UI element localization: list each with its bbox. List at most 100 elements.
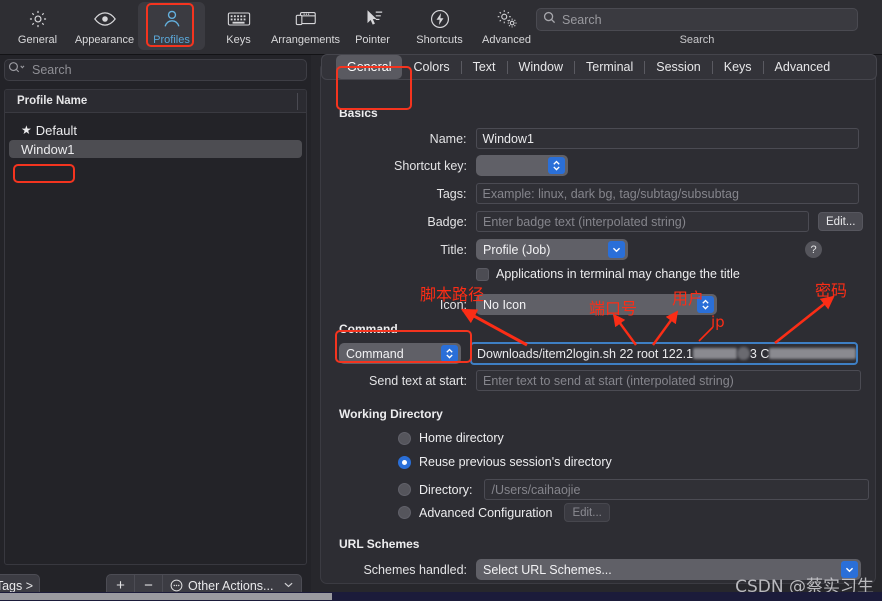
tags-label: Tags: bbox=[339, 187, 467, 201]
search-input[interactable]: Search bbox=[536, 8, 858, 31]
advanced-config-radio[interactable] bbox=[398, 506, 411, 519]
profile-search-placeholder: Search bbox=[32, 63, 72, 77]
other-actions-label: Other Actions... bbox=[188, 579, 273, 593]
checkbox-row-app-title[interactable]: Applications in terminal may change the … bbox=[339, 267, 740, 281]
annotation-label-user: 用户 bbox=[672, 285, 704, 309]
toolbar-tab-list: General Appearance Pro bbox=[4, 2, 540, 50]
search-placeholder: Search bbox=[562, 13, 602, 27]
toolbar-tab-profiles[interactable]: Profiles bbox=[138, 2, 205, 50]
radio-row-directory: Directory: /Users/caihaojie bbox=[339, 479, 869, 500]
badge-edit-button[interactable]: Edit... bbox=[818, 212, 863, 231]
icon-value: No Icon bbox=[483, 298, 526, 312]
tab-label: Advanced bbox=[775, 60, 831, 74]
app-change-title-checkbox[interactable] bbox=[476, 268, 489, 281]
title-dropdown[interactable]: Profile (Job) bbox=[476, 239, 628, 260]
command-input[interactable]: Downloads/item2login.sh 22 root 122.1 3 C bbox=[470, 342, 858, 365]
chevron-down-icon bbox=[608, 241, 625, 258]
command-value-middle: 3 C bbox=[750, 347, 769, 361]
toolbar-tab-general[interactable]: General bbox=[4, 2, 71, 50]
toolbar-tab-arrangements[interactable]: Arrangements bbox=[272, 2, 339, 50]
tab-session[interactable]: Session bbox=[645, 55, 711, 79]
toolbar-tab-label: Arrangements bbox=[271, 34, 340, 46]
tab-text[interactable]: Text bbox=[462, 55, 507, 79]
advanced-config-edit-button[interactable]: Edit... bbox=[564, 503, 609, 522]
radio-row-advanced-config: Advanced Configuration Edit... bbox=[339, 503, 610, 522]
toolbar-tab-keys[interactable]: Keys bbox=[205, 2, 272, 50]
toolbar-tab-label: Shortcuts bbox=[416, 34, 462, 46]
command-mode-dropdown[interactable]: Command bbox=[339, 343, 461, 364]
tab-keys[interactable]: Keys bbox=[713, 55, 763, 79]
toolbar-tab-label: Appearance bbox=[75, 34, 134, 46]
updown-chevron-icon bbox=[441, 345, 458, 362]
toolbar-tab-label: General bbox=[18, 34, 57, 46]
shortcut-key-label: Shortcut key: bbox=[339, 159, 467, 173]
tab-advanced[interactable]: Advanced bbox=[764, 55, 842, 79]
chevron-down-icon bbox=[284, 580, 293, 591]
eye-icon bbox=[93, 7, 117, 31]
horizontal-scrollbar[interactable] bbox=[0, 592, 882, 601]
field-row-badge: Badge: Enter badge text (interpolated st… bbox=[339, 211, 879, 232]
tab-general[interactable]: General bbox=[336, 55, 402, 79]
title-help-button[interactable]: ? bbox=[805, 241, 822, 258]
command-value-prefix: Downloads/item2login.sh 22 root 122.1 bbox=[477, 347, 693, 361]
schemes-handled-value: Select URL Schemes... bbox=[483, 563, 612, 577]
list-item[interactable]: ★ Default bbox=[9, 121, 302, 139]
scrollbar-thumb[interactable] bbox=[0, 593, 332, 600]
toolbar-tab-label: Profiles bbox=[153, 34, 190, 46]
tab-label: Terminal bbox=[586, 60, 633, 74]
annotation-label-password: 密码 bbox=[815, 277, 847, 301]
tab-window[interactable]: Window bbox=[508, 55, 574, 79]
send-text-label: Send text at start: bbox=[339, 374, 467, 388]
advanced-config-label: Advanced Configuration bbox=[419, 506, 552, 520]
profiles-table: Profile Name ★ Default Window1 bbox=[4, 89, 307, 565]
toolbar-tab-appearance[interactable]: Appearance bbox=[71, 2, 138, 50]
field-row-tags: Tags: Example: linux, dark bg, tag/subta… bbox=[339, 183, 859, 204]
cursor-icon bbox=[362, 7, 384, 31]
send-text-input[interactable]: Enter text to send at start (interpolate… bbox=[476, 370, 861, 391]
toolbar-tab-label: Advanced bbox=[482, 34, 531, 46]
column-divider[interactable] bbox=[297, 93, 298, 110]
app-change-title-label: Applications in terminal may change the … bbox=[496, 267, 740, 281]
search-caption: Search bbox=[536, 34, 858, 46]
section-title-basics: Basics bbox=[339, 106, 378, 120]
toolbar-tab-shortcuts[interactable]: Shortcuts bbox=[406, 2, 473, 50]
field-row-name: Name: Window1 bbox=[339, 128, 859, 149]
tab-label: Colors bbox=[413, 60, 449, 74]
field-row-command: Command Downloads/item2login.sh 22 root … bbox=[339, 342, 869, 365]
tab-terminal[interactable]: Terminal bbox=[575, 55, 644, 79]
redacted-ip-dot bbox=[737, 347, 750, 360]
badge-input[interactable]: Enter badge text (interpolated string) bbox=[476, 211, 809, 232]
profile-name-label: Default bbox=[36, 123, 77, 138]
search-scope-icon[interactable] bbox=[8, 61, 28, 79]
tags-input[interactable]: Example: linux, dark bg, tag/subtag/subs… bbox=[476, 183, 860, 204]
reuse-directory-radio[interactable] bbox=[398, 456, 411, 469]
tab-label: Keys bbox=[724, 60, 752, 74]
radio-row-home-directory[interactable]: Home directory bbox=[339, 431, 504, 445]
profile-name-label: Window1 bbox=[21, 142, 74, 157]
name-label: Name: bbox=[339, 132, 467, 146]
sidebar-search-row: Search bbox=[0, 59, 311, 87]
name-input[interactable]: Window1 bbox=[476, 128, 860, 149]
toolbar-tab-advanced[interactable]: Advanced bbox=[473, 2, 540, 50]
list-item[interactable]: Window1 bbox=[9, 140, 302, 158]
profile-settings-panel: General Colors Text Window Terminal Sess… bbox=[320, 62, 876, 584]
section-title-url-schemes: URL Schemes bbox=[339, 537, 419, 551]
preferences-toolbar: General Appearance Pro bbox=[0, 0, 882, 55]
annotation-label-port: 端口号 bbox=[589, 295, 637, 319]
reuse-directory-label: Reuse previous session's directory bbox=[419, 455, 612, 469]
profile-search-input[interactable]: Search bbox=[4, 59, 307, 81]
column-header-profile-name[interactable]: Profile Name bbox=[5, 95, 87, 107]
home-directory-radio[interactable] bbox=[398, 432, 411, 445]
redacted-ip-segment bbox=[693, 348, 737, 359]
toolbar-search-wrap: Search Search bbox=[536, 8, 858, 31]
profiles-list: ★ Default Window1 bbox=[5, 113, 306, 158]
directory-radio[interactable] bbox=[398, 483, 411, 496]
radio-row-reuse-directory[interactable]: Reuse previous session's directory bbox=[339, 455, 612, 469]
tab-colors[interactable]: Colors bbox=[402, 55, 460, 79]
section-title-command: Command bbox=[339, 322, 398, 336]
annotation-label-ip: ip bbox=[711, 313, 725, 331]
toolbar-tab-pointer[interactable]: Pointer bbox=[339, 2, 406, 50]
directory-input[interactable]: /Users/caihaojie bbox=[484, 479, 869, 500]
shortcut-key-dropdown[interactable] bbox=[476, 155, 568, 176]
toolbar-tab-label: Keys bbox=[226, 34, 250, 46]
